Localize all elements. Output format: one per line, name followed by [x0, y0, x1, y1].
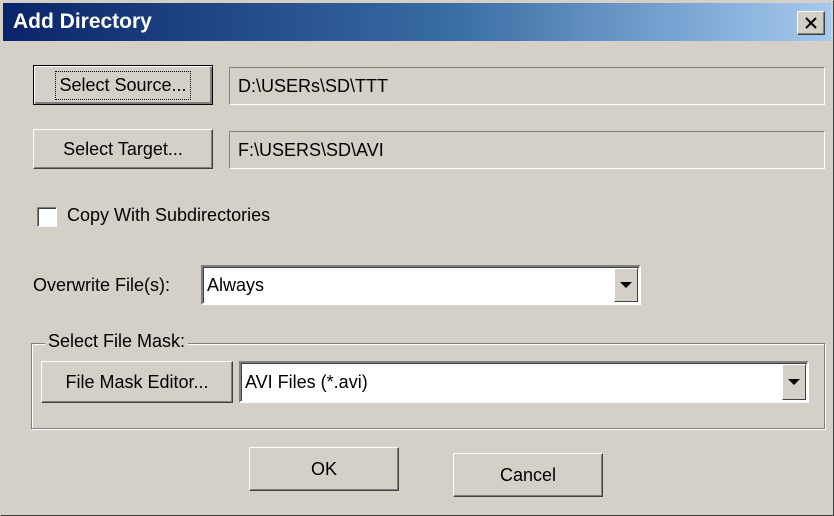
- target-path-value: F:\USERS\SD\AVI: [238, 140, 384, 161]
- close-icon: [805, 17, 817, 29]
- cancel-label: Cancel: [500, 465, 556, 486]
- ok-label: OK: [311, 459, 337, 480]
- file-mask-group-label: Select File Mask:: [45, 331, 188, 352]
- overwrite-dropdown-button[interactable]: [614, 268, 638, 302]
- select-target-label: Select Target...: [63, 139, 183, 160]
- overwrite-select[interactable]: Always: [201, 265, 641, 305]
- source-path-field: D:\USERs\SD\TTT: [229, 67, 825, 105]
- overwrite-label: Overwrite File(s):: [33, 275, 170, 296]
- title-bar[interactable]: Add Directory: [3, 3, 831, 41]
- ok-button[interactable]: OK: [249, 447, 399, 491]
- cancel-button[interactable]: Cancel: [453, 453, 603, 497]
- select-target-button[interactable]: Select Target...: [33, 129, 213, 169]
- file-mask-dropdown-button[interactable]: [782, 364, 806, 400]
- file-mask-select[interactable]: AVI Files (*.avi): [239, 361, 809, 403]
- copy-subdirectories-label[interactable]: Copy With Subdirectories: [67, 205, 270, 226]
- chevron-down-icon: [788, 379, 800, 385]
- chevron-down-icon: [620, 282, 632, 288]
- dialog-title: Add Directory: [13, 10, 152, 34]
- overwrite-selected-value: Always: [207, 267, 264, 303]
- select-source-label: Select Source...: [59, 75, 186, 96]
- add-directory-dialog: Add Directory Select Source... D:\USERs\…: [0, 0, 834, 516]
- file-mask-selected-value: AVI Files (*.avi): [245, 363, 368, 401]
- file-mask-editor-button[interactable]: File Mask Editor...: [41, 361, 233, 403]
- close-button[interactable]: [797, 11, 825, 35]
- file-mask-editor-label: File Mask Editor...: [65, 372, 208, 393]
- copy-subdirectories-checkbox[interactable]: [37, 207, 57, 227]
- source-path-value: D:\USERs\SD\TTT: [238, 76, 388, 97]
- target-path-field: F:\USERS\SD\AVI: [229, 131, 825, 169]
- select-source-button[interactable]: Select Source...: [33, 65, 213, 105]
